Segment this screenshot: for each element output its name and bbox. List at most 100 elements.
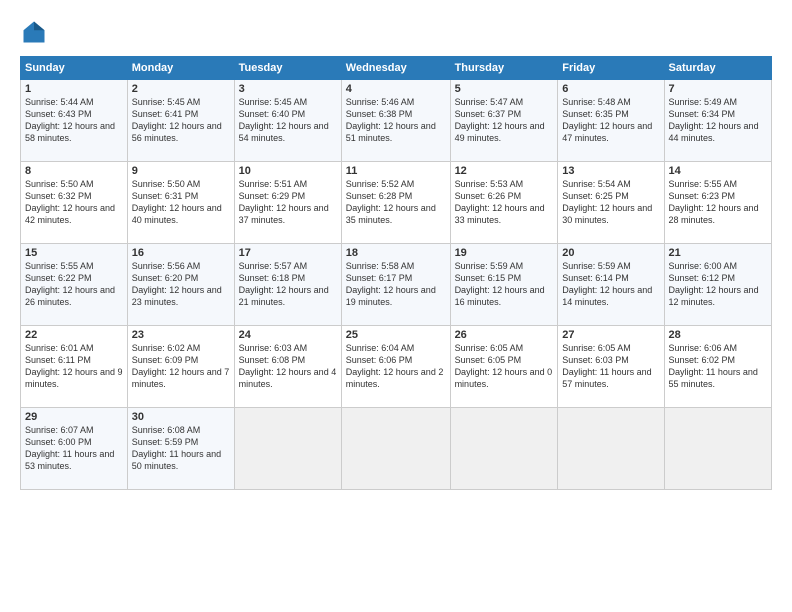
calendar-cell: 30Sunrise: 6:08 AMSunset: 5:59 PMDayligh… <box>127 408 234 490</box>
day-info: Sunrise: 5:57 AMSunset: 6:18 PMDaylight:… <box>239 260 337 309</box>
calendar-cell: 12Sunrise: 5:53 AMSunset: 6:26 PMDayligh… <box>450 162 558 244</box>
day-info: Sunrise: 5:49 AMSunset: 6:34 PMDaylight:… <box>669 96 767 145</box>
calendar-cell: 3Sunrise: 5:45 AMSunset: 6:40 PMDaylight… <box>234 80 341 162</box>
day-info: Sunrise: 5:58 AMSunset: 6:17 PMDaylight:… <box>346 260 446 309</box>
day-number: 18 <box>346 247 446 259</box>
calendar-cell: 26Sunrise: 6:05 AMSunset: 6:05 PMDayligh… <box>450 326 558 408</box>
day-info: Sunrise: 6:02 AMSunset: 6:09 PMDaylight:… <box>132 342 230 391</box>
calendar-week-row: 29Sunrise: 6:07 AMSunset: 6:00 PMDayligh… <box>21 408 772 490</box>
logo-icon <box>20 18 48 46</box>
day-info: Sunrise: 6:00 AMSunset: 6:12 PMDaylight:… <box>669 260 767 309</box>
day-number: 26 <box>455 329 554 341</box>
day-number: 10 <box>239 165 337 177</box>
day-number: 19 <box>455 247 554 259</box>
header <box>20 18 772 46</box>
day-number: 23 <box>132 329 230 341</box>
day-number: 30 <box>132 411 230 423</box>
calendar-week-row: 22Sunrise: 6:01 AMSunset: 6:11 PMDayligh… <box>21 326 772 408</box>
day-number: 20 <box>562 247 659 259</box>
day-number: 3 <box>239 83 337 95</box>
day-info: Sunrise: 5:45 AMSunset: 6:40 PMDaylight:… <box>239 96 337 145</box>
day-number: 22 <box>25 329 123 341</box>
day-number: 8 <box>25 165 123 177</box>
calendar-cell: 29Sunrise: 6:07 AMSunset: 6:00 PMDayligh… <box>21 408 128 490</box>
day-number: 11 <box>346 165 446 177</box>
calendar-week-row: 15Sunrise: 5:55 AMSunset: 6:22 PMDayligh… <box>21 244 772 326</box>
calendar-cell: 19Sunrise: 5:59 AMSunset: 6:15 PMDayligh… <box>450 244 558 326</box>
calendar-cell: 8Sunrise: 5:50 AMSunset: 6:32 PMDaylight… <box>21 162 128 244</box>
calendar-body: 1Sunrise: 5:44 AMSunset: 6:43 PMDaylight… <box>21 80 772 490</box>
calendar-cell <box>450 408 558 490</box>
day-info: Sunrise: 6:03 AMSunset: 6:08 PMDaylight:… <box>239 342 337 391</box>
day-info: Sunrise: 6:06 AMSunset: 6:02 PMDaylight:… <box>669 342 767 391</box>
day-info: Sunrise: 6:05 AMSunset: 6:03 PMDaylight:… <box>562 342 659 391</box>
calendar-table: SundayMondayTuesdayWednesdayThursdayFrid… <box>20 56 772 490</box>
calendar-cell: 7Sunrise: 5:49 AMSunset: 6:34 PMDaylight… <box>664 80 771 162</box>
calendar-cell: 4Sunrise: 5:46 AMSunset: 6:38 PMDaylight… <box>341 80 450 162</box>
day-number: 28 <box>669 329 767 341</box>
day-number: 7 <box>669 83 767 95</box>
day-number: 5 <box>455 83 554 95</box>
calendar-cell: 1Sunrise: 5:44 AMSunset: 6:43 PMDaylight… <box>21 80 128 162</box>
day-number: 25 <box>346 329 446 341</box>
calendar-cell: 24Sunrise: 6:03 AMSunset: 6:08 PMDayligh… <box>234 326 341 408</box>
calendar-cell: 9Sunrise: 5:50 AMSunset: 6:31 PMDaylight… <box>127 162 234 244</box>
day-info: Sunrise: 5:55 AMSunset: 6:22 PMDaylight:… <box>25 260 123 309</box>
day-info: Sunrise: 5:59 AMSunset: 6:15 PMDaylight:… <box>455 260 554 309</box>
day-info: Sunrise: 6:01 AMSunset: 6:11 PMDaylight:… <box>25 342 123 391</box>
calendar-cell: 18Sunrise: 5:58 AMSunset: 6:17 PMDayligh… <box>341 244 450 326</box>
day-info: Sunrise: 5:53 AMSunset: 6:26 PMDaylight:… <box>455 178 554 227</box>
calendar-cell <box>664 408 771 490</box>
calendar-cell: 5Sunrise: 5:47 AMSunset: 6:37 PMDaylight… <box>450 80 558 162</box>
day-info: Sunrise: 6:05 AMSunset: 6:05 PMDaylight:… <box>455 342 554 391</box>
day-info: Sunrise: 6:04 AMSunset: 6:06 PMDaylight:… <box>346 342 446 391</box>
day-info: Sunrise: 5:44 AMSunset: 6:43 PMDaylight:… <box>25 96 123 145</box>
weekday-header: Sunday <box>21 57 128 80</box>
calendar-cell: 10Sunrise: 5:51 AMSunset: 6:29 PMDayligh… <box>234 162 341 244</box>
day-info: Sunrise: 5:54 AMSunset: 6:25 PMDaylight:… <box>562 178 659 227</box>
calendar-cell: 16Sunrise: 5:56 AMSunset: 6:20 PMDayligh… <box>127 244 234 326</box>
day-number: 27 <box>562 329 659 341</box>
weekday-header: Tuesday <box>234 57 341 80</box>
day-number: 13 <box>562 165 659 177</box>
day-number: 16 <box>132 247 230 259</box>
calendar-cell: 20Sunrise: 5:59 AMSunset: 6:14 PMDayligh… <box>558 244 664 326</box>
day-number: 12 <box>455 165 554 177</box>
day-info: Sunrise: 5:51 AMSunset: 6:29 PMDaylight:… <box>239 178 337 227</box>
day-info: Sunrise: 5:50 AMSunset: 6:31 PMDaylight:… <box>132 178 230 227</box>
day-number: 24 <box>239 329 337 341</box>
logo <box>20 18 52 46</box>
day-number: 2 <box>132 83 230 95</box>
calendar-cell <box>558 408 664 490</box>
calendar-cell: 11Sunrise: 5:52 AMSunset: 6:28 PMDayligh… <box>341 162 450 244</box>
calendar-cell: 13Sunrise: 5:54 AMSunset: 6:25 PMDayligh… <box>558 162 664 244</box>
calendar-cell: 27Sunrise: 6:05 AMSunset: 6:03 PMDayligh… <box>558 326 664 408</box>
day-info: Sunrise: 5:50 AMSunset: 6:32 PMDaylight:… <box>25 178 123 227</box>
calendar-cell: 25Sunrise: 6:04 AMSunset: 6:06 PMDayligh… <box>341 326 450 408</box>
weekday-header: Friday <box>558 57 664 80</box>
day-info: Sunrise: 5:48 AMSunset: 6:35 PMDaylight:… <box>562 96 659 145</box>
calendar-header-row: SundayMondayTuesdayWednesdayThursdayFrid… <box>21 57 772 80</box>
day-number: 1 <box>25 83 123 95</box>
calendar-cell: 17Sunrise: 5:57 AMSunset: 6:18 PMDayligh… <box>234 244 341 326</box>
day-number: 9 <box>132 165 230 177</box>
weekday-header: Monday <box>127 57 234 80</box>
calendar-cell: 22Sunrise: 6:01 AMSunset: 6:11 PMDayligh… <box>21 326 128 408</box>
calendar-cell: 21Sunrise: 6:00 AMSunset: 6:12 PMDayligh… <box>664 244 771 326</box>
calendar-cell: 2Sunrise: 5:45 AMSunset: 6:41 PMDaylight… <box>127 80 234 162</box>
day-number: 15 <box>25 247 123 259</box>
page: SundayMondayTuesdayWednesdayThursdayFrid… <box>0 0 792 612</box>
day-info: Sunrise: 5:46 AMSunset: 6:38 PMDaylight:… <box>346 96 446 145</box>
calendar-cell: 14Sunrise: 5:55 AMSunset: 6:23 PMDayligh… <box>664 162 771 244</box>
day-number: 29 <box>25 411 123 423</box>
calendar-cell <box>341 408 450 490</box>
day-number: 17 <box>239 247 337 259</box>
day-info: Sunrise: 5:56 AMSunset: 6:20 PMDaylight:… <box>132 260 230 309</box>
calendar-cell: 23Sunrise: 6:02 AMSunset: 6:09 PMDayligh… <box>127 326 234 408</box>
calendar-cell: 28Sunrise: 6:06 AMSunset: 6:02 PMDayligh… <box>664 326 771 408</box>
day-info: Sunrise: 5:45 AMSunset: 6:41 PMDaylight:… <box>132 96 230 145</box>
calendar-cell <box>234 408 341 490</box>
day-info: Sunrise: 6:07 AMSunset: 6:00 PMDaylight:… <box>25 424 123 473</box>
weekday-header: Thursday <box>450 57 558 80</box>
day-info: Sunrise: 6:08 AMSunset: 5:59 PMDaylight:… <box>132 424 230 473</box>
